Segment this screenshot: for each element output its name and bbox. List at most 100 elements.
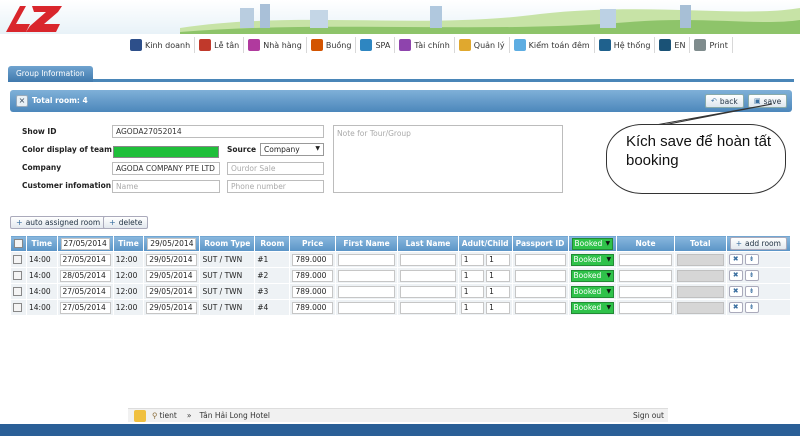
last-name-field[interactable] [397,283,459,300]
date-in-field[interactable]: 27/05/2014 [56,299,114,316]
menu-item-5[interactable]: Tài chính [397,37,455,53]
adult-field[interactable]: 1 [460,285,485,298]
row-checkbox[interactable] [10,251,27,268]
date-out-value: 29/05/2014 [146,285,198,298]
note-field[interactable] [616,251,675,268]
menu-item-7[interactable]: Kiểm toán đêm [512,37,595,53]
auto-assigned-room-button[interactable]: + auto assigned room [10,216,107,229]
adult-field[interactable]: 1 [460,301,485,314]
date-in-field[interactable]: 27/05/2014 [56,251,114,268]
group-toolbar: × Total room: 4 ↶ back ▣ save [10,90,792,112]
last-name-field[interactable] [397,267,459,284]
col-time-out: Time [112,235,145,252]
team-color-picker[interactable] [113,146,219,158]
price-field[interactable]: 789.000 [289,251,336,268]
child-field[interactable]: 1 [486,253,510,266]
pin-icon[interactable]: ⇟ [744,302,759,313]
delete-button[interactable]: + delete [103,216,149,229]
outdoor-sale-field[interactable]: Ourdor Sale [227,162,324,175]
table-row: 14:00 28/05/2014 12:00 29/05/2014 SUT / TWN #… [10,267,792,284]
note-field[interactable] [616,267,675,284]
menu-item-4[interactable]: SPA [358,37,396,53]
passport-field[interactable] [511,283,569,300]
price-field[interactable]: 789.000 [289,267,336,284]
note-field[interactable] [616,283,675,300]
first-name-field[interactable] [334,267,399,284]
source-select[interactable]: Company ▼ [260,143,324,156]
checkout-date-field[interactable]: 29/05/2014 [143,235,201,252]
pin-icon[interactable]: ⇟ [744,254,759,265]
save-icon: ▣ [754,97,761,105]
status-select[interactable]: Booked ▼ [567,267,618,284]
header-banner [180,4,800,34]
customer-name-field[interactable]: Name [112,180,220,193]
date-out-field[interactable]: 29/05/2014 [143,299,201,316]
select-all-checkbox[interactable] [10,235,27,252]
passport-field[interactable] [511,299,569,316]
status-select[interactable]: Booked ▼ [567,251,618,268]
first-name-field[interactable] [334,251,399,268]
status-value: Booked [573,302,602,312]
room-cell: #3 [254,283,291,300]
col-passport-id: Passport ID [511,235,569,252]
menu-item-3[interactable]: Buồng [309,37,357,53]
last-name-field[interactable] [397,251,459,268]
menu-item-10[interactable]: Print [692,37,733,53]
date-out-value: 29/05/2014 [146,269,198,282]
last-name-field[interactable] [397,299,459,316]
checkin-date-field[interactable]: 27/05/2014 [56,235,114,252]
menu-item-9[interactable]: EN [657,37,691,53]
date-in-field[interactable]: 27/05/2014 [56,283,114,300]
date-out-field[interactable]: 29/05/2014 [143,283,201,300]
row-checkbox[interactable] [10,299,27,316]
close-icon[interactable]: × [16,95,28,107]
company-label: Company [22,163,62,172]
row-checkbox[interactable] [10,267,27,284]
adult-field[interactable]: 1 [460,253,485,266]
company-field[interactable]: AGODA COMPANY PTE LTD [112,162,220,175]
menu-item-0[interactable]: Kinh doanh [128,37,196,53]
child-field[interactable]: 1 [486,301,510,314]
delete-row-icon[interactable]: ✖ [728,286,743,297]
pin-icon[interactable]: ⇟ [744,270,759,281]
pin-icon[interactable]: ⇟ [744,286,759,297]
menu-item-1[interactable]: Lễ tân [197,37,245,53]
menu-item-2[interactable]: Nhà hàng [246,37,307,53]
back-button[interactable]: ↶ back [705,94,744,108]
note-field[interactable] [616,299,675,316]
passport-field[interactable] [511,251,569,268]
delete-row-icon[interactable]: ✖ [728,270,743,281]
tab-group-information[interactable]: Group Information [8,66,93,82]
delete-row-icon[interactable]: ✖ [728,254,743,265]
save-button[interactable]: ▣ save [748,94,788,108]
sign-out-link[interactable]: Sign out [633,411,664,420]
show-id-field[interactable]: AGODA27052014 [112,125,324,138]
row-actions: ✖ ⇟ [725,267,792,284]
passport-field[interactable] [511,267,569,284]
status-select[interactable]: Booked ▼ [567,299,618,316]
delete-row-icon[interactable]: ✖ [728,302,743,313]
date-out-field[interactable]: 29/05/2014 [143,267,201,284]
first-name-field[interactable] [334,299,399,316]
row-checkbox[interactable] [10,283,27,300]
first-name-field[interactable] [334,283,399,300]
add-room-button[interactable]: + add room [729,237,787,250]
group-note-textarea[interactable]: Note for Tour/Group [333,125,563,193]
chevron-down-icon: ▼ [606,287,612,295]
room-type-cell: SUT / TWN [199,299,256,316]
status-all-select[interactable]: Booked ▼ [567,235,618,252]
table-header-row: Time 27/05/2014 Time 29/05/2014 Room Typ… [10,235,792,252]
child-field[interactable]: 1 [486,285,510,298]
date-in-field[interactable]: 28/05/2014 [56,267,114,284]
adult-field[interactable]: 1 [460,269,485,282]
status-select[interactable]: Booked ▼ [567,283,618,300]
menu-item-label: EN [674,40,686,50]
price-field[interactable]: 789.000 [289,283,336,300]
price-field[interactable]: 789.000 [289,299,336,316]
date-out-field[interactable]: 29/05/2014 [143,251,201,268]
phone-number-field[interactable]: Phone number [227,180,324,193]
room-cell: #4 [254,299,291,316]
menu-item-8[interactable]: Hệ thống [597,37,656,53]
child-field[interactable]: 1 [486,269,510,282]
menu-item-6[interactable]: Quản lý [457,37,510,53]
